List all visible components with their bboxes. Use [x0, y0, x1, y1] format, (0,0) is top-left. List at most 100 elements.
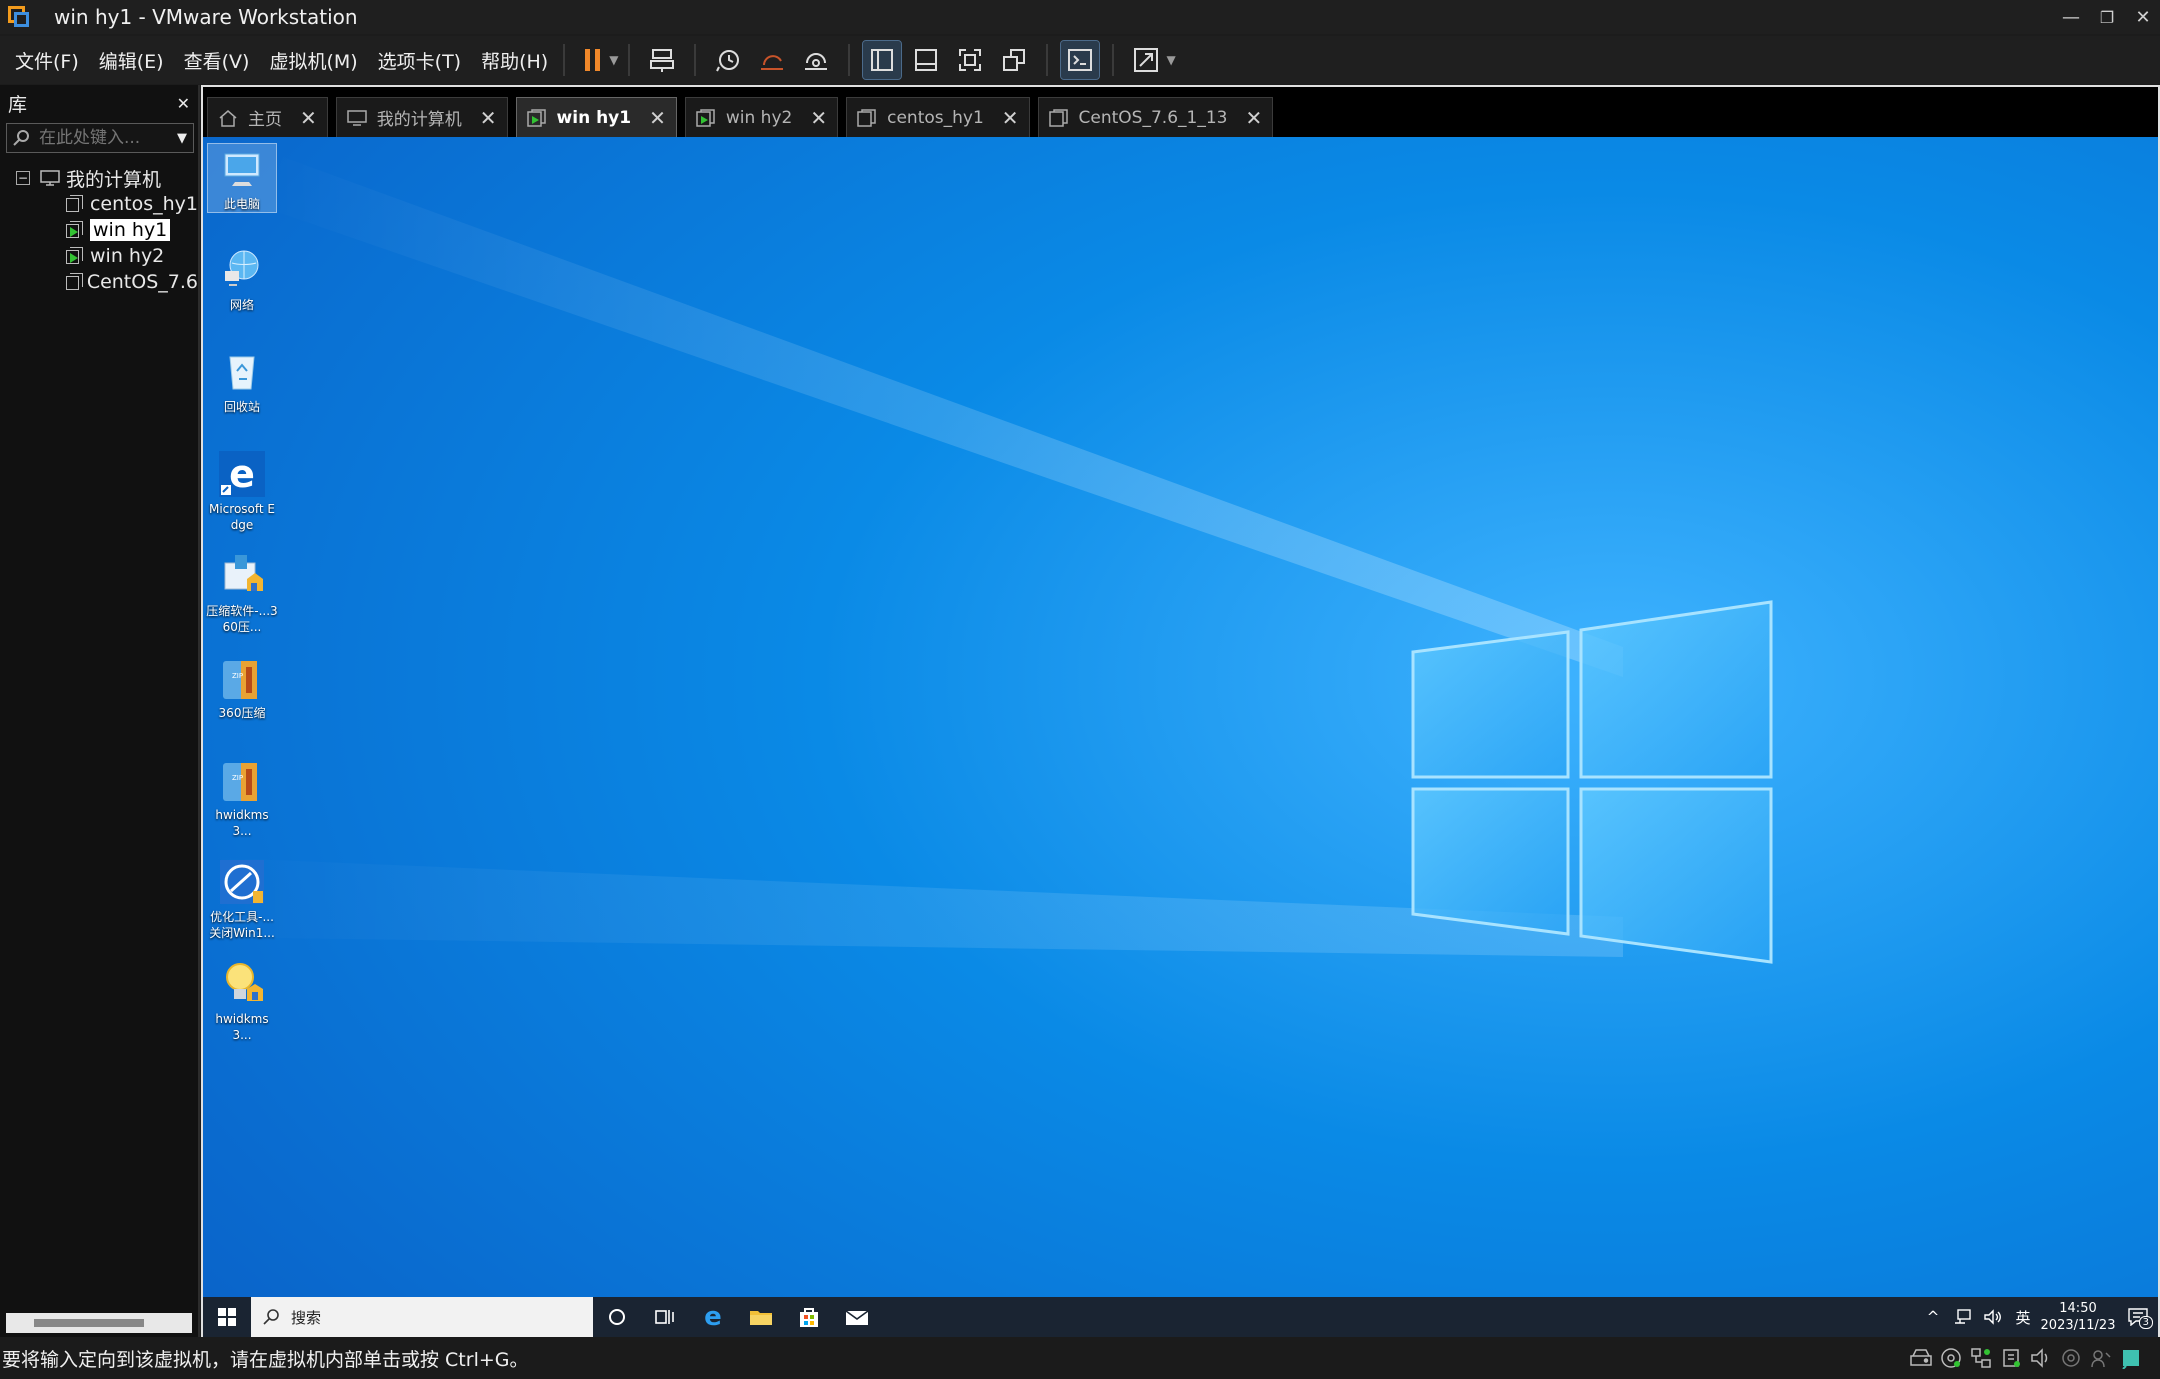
toolbar-divider: [1112, 44, 1115, 76]
task-view-button[interactable]: [641, 1297, 689, 1337]
desktop-icon-recycle-bin[interactable]: 回收站: [207, 347, 277, 415]
desktop-icon-hwidkms-zip[interactable]: ZIP hwidkms3...: [207, 755, 277, 839]
tree-item-label: win hy1: [90, 219, 171, 241]
library-close-icon[interactable]: ✕: [177, 94, 190, 113]
vm-icon: [857, 108, 876, 127]
unity-button[interactable]: [995, 41, 1033, 79]
show-hidden-icons-button[interactable]: ^: [1918, 1297, 1948, 1337]
snapshot-manager-button[interactable]: [797, 41, 835, 79]
full-screen-button[interactable]: [951, 41, 989, 79]
minimize-button[interactable]: —: [2054, 0, 2088, 34]
vmware-window: win hy1 - VMware Workstation — ❐ ✕ 文件(F)…: [0, 0, 2160, 1379]
printer-status-button[interactable]: [2056, 1343, 2086, 1373]
taskbar-edge-button[interactable]: e: [689, 1297, 737, 1337]
tab-home[interactable]: 主页 ✕: [207, 97, 328, 137]
tab-my-computer[interactable]: 我的计算机 ✕: [335, 97, 508, 137]
search-dropdown-icon[interactable]: ▼: [177, 131, 187, 146]
tab-label: win hy2: [725, 107, 793, 128]
tree-root-my-computer[interactable]: − 我的计算机: [0, 165, 198, 191]
taskbar-clock[interactable]: 14:50 2023/11/23: [2038, 1300, 2118, 1334]
tab-close-icon[interactable]: ✕: [300, 106, 317, 130]
console-view-button[interactable]: [1060, 40, 1101, 80]
hard-disk-status-button[interactable]: [1906, 1343, 1936, 1373]
library-search-input[interactable]: [39, 128, 177, 148]
desktop[interactable]: 此电脑 网络 回收站 e Microsoft Edge 压缩软件-...360压…: [203, 137, 2158, 1297]
take-snapshot-button[interactable]: [709, 41, 747, 79]
tree-item-win-hy2[interactable]: win hy2: [0, 243, 198, 269]
tab-win-hy2[interactable]: win hy2 ✕: [684, 97, 839, 137]
cd-dvd-icon: [1941, 1348, 1961, 1368]
tab-close-icon[interactable]: ✕: [1245, 106, 1262, 130]
vm-icon: [1048, 108, 1068, 127]
desktop-icon-360-installer[interactable]: 压缩软件-...360压...: [206, 551, 278, 635]
tab-label: centos_hy1: [887, 107, 984, 128]
cd-dvd-status-button[interactable]: [1936, 1343, 1966, 1373]
desktop-icon-360zip[interactable]: ZIP 360压缩: [207, 653, 277, 721]
taskbar-mail-button[interactable]: [833, 1297, 881, 1337]
desktop-icon-this-pc[interactable]: 此电脑: [207, 143, 277, 213]
show-library-button[interactable]: [862, 40, 903, 80]
taskbar-search-box[interactable]: 搜索: [251, 1297, 593, 1337]
tab-centos-hy1[interactable]: centos_hy1 ✕: [846, 97, 1030, 137]
network-adapter-status-button[interactable]: [1966, 1343, 1996, 1373]
stretch-icon: [1134, 48, 1159, 72]
stretch-guest-button[interactable]: [1127, 41, 1165, 79]
desktop-icon-edge[interactable]: e Microsoft Edge: [207, 449, 277, 533]
network-icon: [225, 250, 259, 286]
revert-snapshot-button[interactable]: [753, 41, 791, 79]
network-tray-icon[interactable]: [1948, 1297, 1978, 1337]
stretch-dropdown-icon[interactable]: ▼: [1166, 53, 1175, 67]
tab-close-icon[interactable]: ✕: [1002, 106, 1019, 130]
close-button[interactable]: ✕: [2126, 0, 2160, 34]
volume-tray-icon[interactable]: [1978, 1297, 2008, 1337]
desktop-icon-network[interactable]: 网络: [207, 245, 277, 313]
tree-item-centos-7-6[interactable]: CentOS_7.6: [0, 269, 198, 295]
start-button[interactable]: [203, 1297, 251, 1337]
thumbnail-bar-button[interactable]: [907, 41, 945, 79]
tab-close-icon[interactable]: ✕: [810, 106, 827, 130]
pause-dropdown-icon[interactable]: ▼: [609, 53, 618, 67]
menu-edit[interactable]: 编辑(E): [99, 47, 164, 74]
speaker-icon: [1984, 1309, 2001, 1325]
store-icon: [800, 1308, 818, 1327]
menu-view[interactable]: 查看(V): [184, 47, 250, 74]
tree-item-win-hy1[interactable]: win hy1: [0, 217, 198, 243]
tree-root-label: 我的计算机: [66, 168, 162, 191]
display-status-button[interactable]: [2086, 1343, 2116, 1373]
restore-button[interactable]: ❐: [2090, 0, 2124, 34]
message-log-button[interactable]: [2116, 1343, 2146, 1373]
taskbar-file-explorer-button[interactable]: [737, 1297, 785, 1337]
tab-centos-7-6-1-13[interactable]: CentOS_7.6_1_13 ✕: [1037, 97, 1274, 137]
desktop-icon-label: 此电脑: [223, 197, 260, 211]
hard-disk-icon: [1910, 1349, 1932, 1366]
console-icon: [1068, 49, 1093, 71]
clock-time: 14:50: [2059, 1301, 2097, 1316]
pause-button[interactable]: [578, 41, 608, 79]
scrollbar-thumb[interactable]: [34, 1319, 144, 1327]
tree-item-centos-hy1[interactable]: centos_hy1: [0, 191, 198, 217]
unity-icon: [1003, 49, 1026, 71]
svg-text:ZIP: ZIP: [232, 672, 243, 680]
desktop-icon-hwidkms-exe[interactable]: hwidkms3...: [207, 959, 277, 1043]
cortana-button[interactable]: [593, 1297, 641, 1337]
toolbar-divider: [1046, 44, 1049, 76]
desktop-icon-optimize-tool[interactable]: 优化工具-...关闭Win1...: [207, 857, 277, 941]
menu-tabs[interactable]: 选项卡(T): [378, 47, 461, 74]
library-horizontal-scrollbar[interactable]: [6, 1313, 192, 1333]
usb-status-button[interactable]: [1996, 1343, 2026, 1373]
vm-screen[interactable]: 此电脑 网络 回收站 e Microsoft Edge 压缩软件-...360压…: [203, 137, 2158, 1337]
menu-file[interactable]: 文件(F): [15, 47, 79, 74]
search-icon: [13, 130, 29, 146]
vm-running-icon: [526, 108, 546, 127]
taskbar-store-button[interactable]: [785, 1297, 833, 1337]
menu-help[interactable]: 帮助(H): [481, 47, 548, 74]
tab-close-icon[interactable]: ✕: [480, 106, 497, 130]
sound-status-button[interactable]: [2026, 1343, 2056, 1373]
menu-vm[interactable]: 虚拟机(M): [269, 47, 357, 74]
tab-win-hy1[interactable]: win hy1 ✕: [515, 97, 677, 137]
ime-indicator[interactable]: 英: [2008, 1297, 2038, 1337]
collapse-icon[interactable]: −: [16, 171, 30, 185]
send-ctrl-alt-del-button[interactable]: [643, 41, 681, 79]
action-center-button[interactable]: 3: [2118, 1297, 2158, 1337]
tab-close-icon[interactable]: ✕: [649, 106, 666, 130]
